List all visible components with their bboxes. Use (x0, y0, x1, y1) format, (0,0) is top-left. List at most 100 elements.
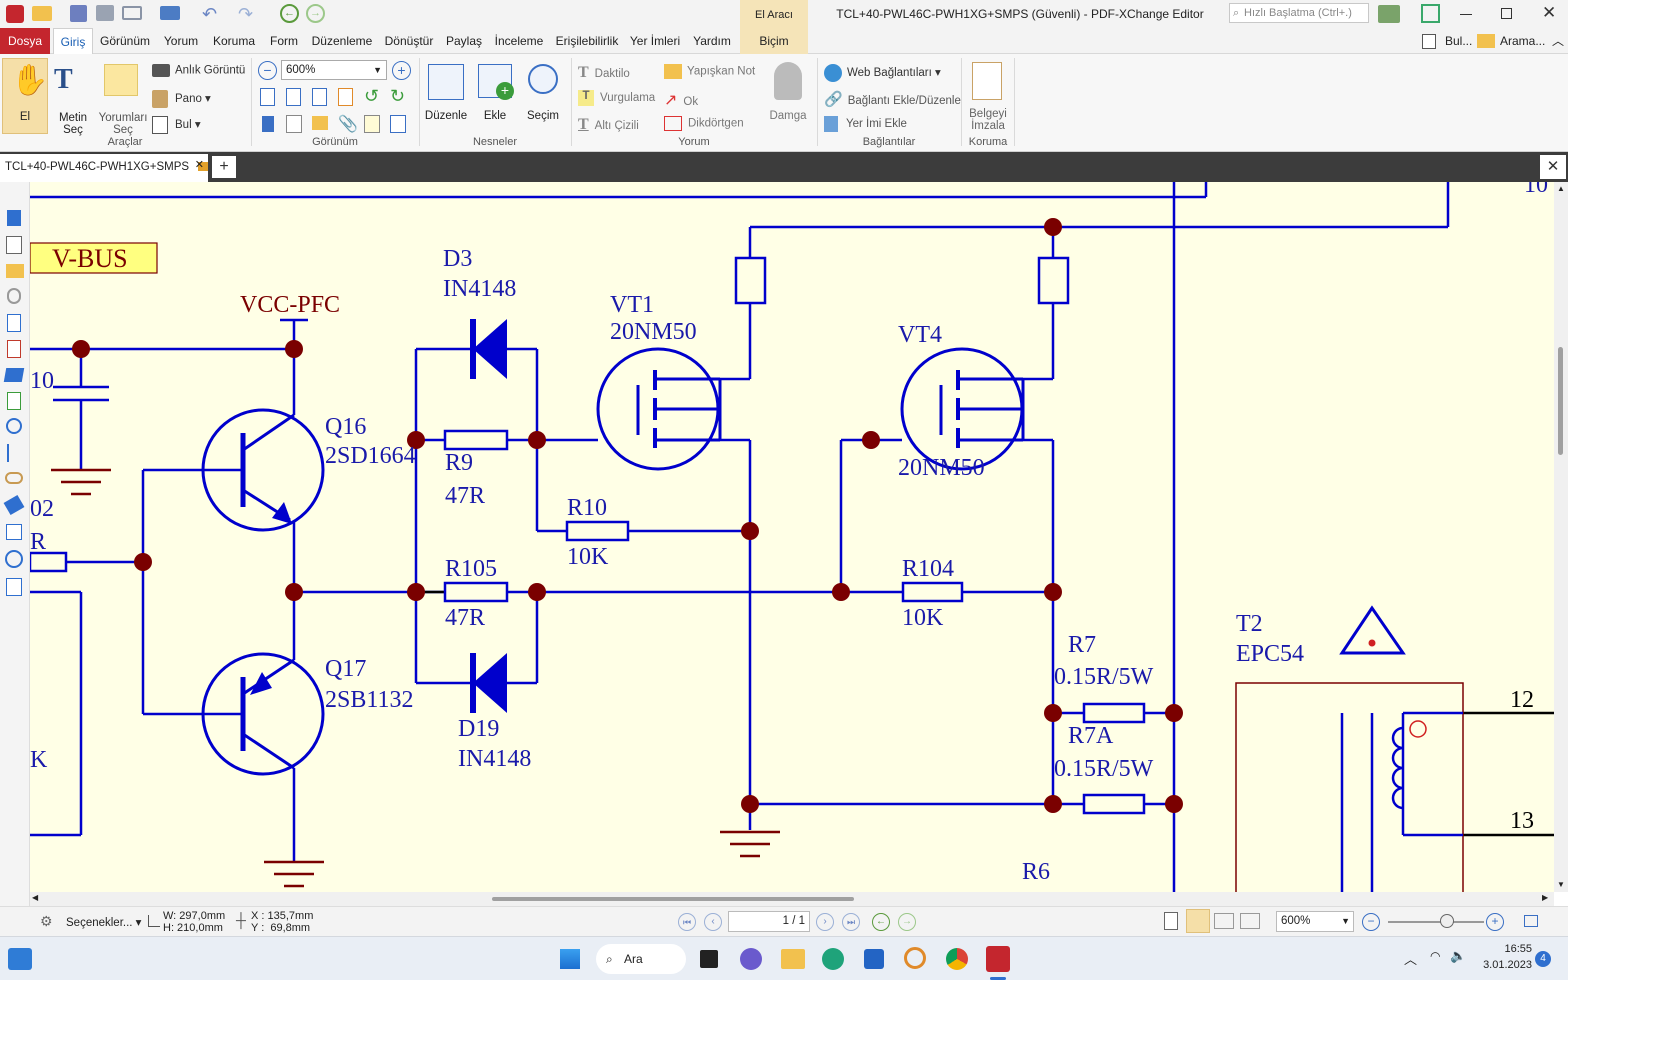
status-zoom-in-icon[interactable]: + (1486, 913, 1504, 931)
scan-icon[interactable] (160, 6, 180, 20)
collapse-ribbon-icon[interactable]: ︿ (1552, 32, 1564, 49)
rotate-left-icon[interactable]: ↺ (364, 86, 379, 107)
document-tab[interactable]: TCL+40-PWL46C-PWH1XG+SMPS ✕ (0, 152, 209, 182)
close-window-icon[interactable]: ✕ (1542, 3, 1556, 23)
scroll-right-icon[interactable]: ▶ (1542, 893, 1548, 902)
pages-icon[interactable] (286, 115, 302, 133)
arrow-button[interactable]: ↗ Ok (664, 90, 698, 110)
typewriter-button[interactable]: T Daktilo (578, 64, 630, 82)
select-text-button[interactable]: T Metin Seç (50, 58, 96, 136)
two-page-continuous-icon[interactable] (1240, 913, 1260, 929)
bookmark-icon[interactable] (262, 116, 274, 132)
menu-donustur[interactable]: Dönüştür (382, 28, 436, 54)
gear-icon[interactable]: ⚙ (40, 913, 53, 930)
redo-icon[interactable]: ↷ (238, 4, 253, 25)
wifi-icon[interactable]: ◠ (1430, 949, 1440, 963)
structure-panel-icon[interactable] (7, 444, 21, 462)
find-button[interactable]: Bul ▾ (152, 116, 201, 134)
underline-button[interactable]: T Altı Çizili (578, 116, 639, 134)
taskbar-search[interactable]: ⌕ Ara (596, 944, 686, 974)
thumbnails-panel-icon[interactable] (6, 236, 22, 254)
new-tab-icon[interactable]: + (212, 156, 236, 178)
rectangle-button[interactable]: Dikdörtgen (664, 116, 744, 131)
nav-forward-icon[interactable]: → (898, 913, 916, 931)
scroll-left-icon[interactable]: ◀ (32, 893, 38, 902)
search-label[interactable]: Arama... (1500, 34, 1545, 48)
tray-chevron-icon[interactable]: ︿ (1404, 949, 1417, 968)
zoom-slider-track[interactable] (1388, 921, 1484, 923)
web-links-button[interactable]: Web Bağlantıları ▾ (824, 64, 941, 82)
horizontal-scrollbar[interactable]: ◀ ▶ (30, 892, 1554, 906)
menu-dosya[interactable]: Dosya (0, 28, 50, 54)
fullscreen-icon[interactable] (1421, 4, 1440, 23)
attachments-icon[interactable]: 📎 (338, 114, 358, 134)
email-icon[interactable] (122, 6, 142, 20)
clock-date[interactable]: 3.01.2023 (1476, 959, 1532, 971)
last-page-icon[interactable]: ⏭ (842, 913, 860, 931)
zoom-in-icon[interactable]: + (392, 61, 411, 80)
scroll-down-icon[interactable]: ▼ (1557, 880, 1565, 889)
back-icon[interactable]: ← (280, 4, 299, 23)
forward-icon[interactable]: → (306, 4, 325, 23)
properties-icon[interactable] (390, 115, 406, 133)
order-panel-icon[interactable] (6, 524, 22, 540)
highlight-button[interactable]: T Vurgulama (578, 90, 655, 106)
two-page-icon[interactable] (1214, 913, 1234, 929)
first-page-icon[interactable]: ⏮ (678, 913, 696, 931)
links-panel-icon[interactable] (5, 472, 23, 484)
menu-yorum[interactable]: Yorum (160, 28, 202, 54)
content-panel-icon[interactable] (7, 314, 21, 332)
hand-tool-button[interactable]: ✋ El (2, 58, 48, 134)
app-logo-icon[interactable] (6, 5, 24, 23)
menu-gorunum[interactable]: Görünüm (98, 28, 152, 54)
scroll-thumb-vertical[interactable] (1558, 347, 1563, 455)
widgets-icon[interactable] (8, 948, 32, 970)
add-edit-link-button[interactable]: 🔗 Bağlantı Ekle/Düzenle (824, 90, 961, 108)
restore-icon[interactable] (1501, 8, 1512, 19)
stamp-button[interactable]: Damga (762, 58, 814, 134)
undo-icon[interactable]: ↶ (202, 4, 217, 25)
minimize-icon[interactable] (1460, 14, 1472, 15)
edit-objects-button[interactable]: Düzenle (422, 58, 470, 134)
continuous-page-icon[interactable] (1186, 909, 1210, 933)
add-bookmark-button[interactable]: Yer İmi Ekle (824, 116, 907, 132)
find-icon[interactable] (1422, 34, 1436, 49)
scroll-up-icon[interactable]: ▲ (1557, 184, 1565, 193)
add-objects-button[interactable]: + Ekle (472, 58, 518, 134)
menu-yer-imleri[interactable]: Yer İmleri (628, 28, 682, 54)
prev-page-icon[interactable]: ‹ (704, 913, 722, 931)
selection-button[interactable]: Seçim (520, 58, 566, 134)
properties-panel-icon[interactable] (7, 340, 21, 358)
attachments-panel-icon[interactable] (7, 288, 21, 304)
tags-panel-icon[interactable] (3, 494, 25, 516)
open-folder-icon[interactable] (32, 6, 52, 21)
bookmarks-panel-icon[interactable] (7, 210, 21, 226)
sticky-note-button[interactable]: Yapışkan Not (664, 64, 755, 79)
task-view-icon[interactable] (700, 950, 718, 968)
menu-paylas[interactable]: Paylaş (444, 28, 484, 54)
quick-launch-search[interactable]: ⌕ Hızlı Başlatma (Ctrl+.) (1229, 3, 1369, 23)
fields-panel-icon[interactable] (7, 392, 21, 410)
destinations-panel-icon[interactable] (6, 418, 22, 434)
file-explorer-icon[interactable] (781, 949, 805, 969)
start-icon[interactable] (560, 949, 580, 969)
clock-time[interactable]: 16:55 (1482, 943, 1532, 955)
edge-icon[interactable] (822, 948, 844, 970)
close-tab-icon[interactable]: ✕ (195, 152, 204, 178)
menu-bicim[interactable]: Biçim (740, 28, 808, 54)
comments-icon[interactable] (312, 116, 328, 130)
fit-page-icon[interactable] (286, 88, 301, 106)
save-icon[interactable] (70, 5, 87, 22)
comments-panel-icon[interactable] (6, 264, 24, 278)
menu-yardim[interactable]: Yardım (690, 28, 734, 54)
settings-icon[interactable] (1378, 5, 1400, 23)
menu-inceleme[interactable]: İnceleme (492, 28, 546, 54)
pdf-xchange-taskbar-icon[interactable] (986, 946, 1010, 972)
status-zoom-combo[interactable]: 600% ▼ (1276, 911, 1354, 932)
print-icon[interactable] (96, 5, 114, 21)
find-label[interactable]: Bul... (1445, 34, 1472, 48)
close-document-icon[interactable]: ✕ (1540, 155, 1566, 179)
next-page-icon[interactable]: › (816, 913, 834, 931)
notification-badge[interactable]: 4 (1535, 951, 1551, 967)
status-zoom-out-icon[interactable]: − (1362, 913, 1380, 931)
